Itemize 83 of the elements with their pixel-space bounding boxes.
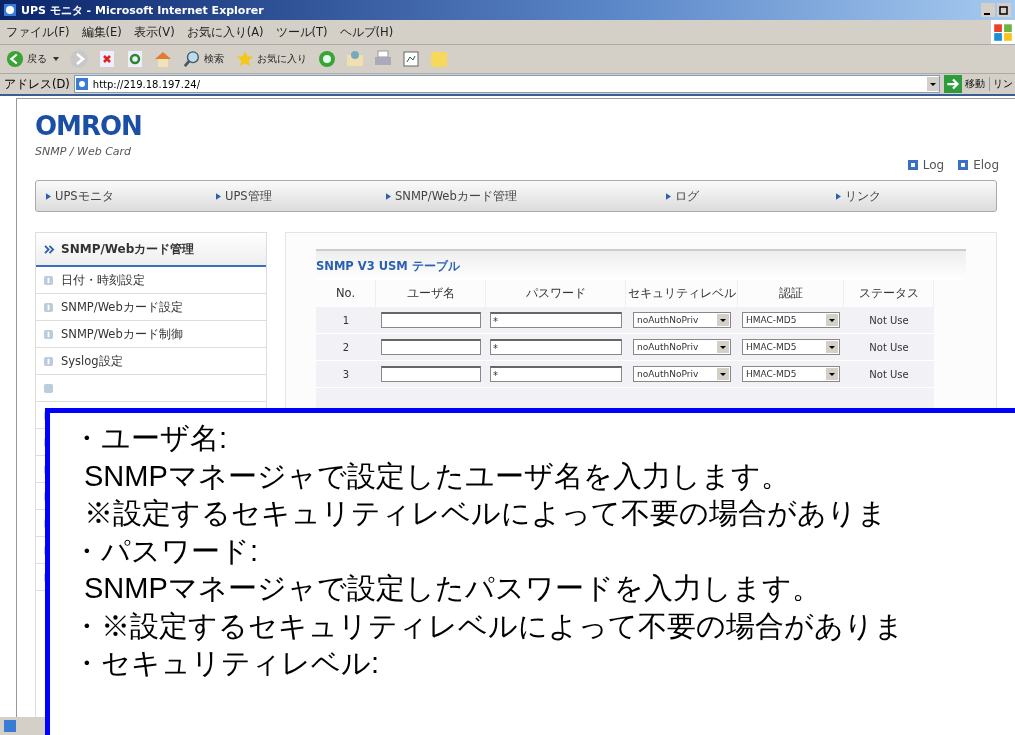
dropdown-icon <box>717 368 729 380</box>
callout-text: ※設定するセキュリティレベルによって不要の場合がありま <box>83 496 888 531</box>
edit-icon[interactable] <box>401 49 421 69</box>
password-field[interactable]: * <box>490 339 622 355</box>
triangle-icon <box>836 192 841 200</box>
dropdown-icon <box>826 341 838 353</box>
page-icon <box>74 77 89 91</box>
dropdown-icon <box>717 314 729 326</box>
address-label: アドレス(D) <box>4 76 70 92</box>
nav-link[interactable]: ログ <box>656 188 826 204</box>
username-field[interactable] <box>381 312 481 328</box>
star-icon <box>236 50 254 68</box>
dropdown-icon[interactable] <box>927 77 939 91</box>
triangle-icon <box>46 192 51 200</box>
callout-text: ・※設定するセキュリティレベルによって不要の場合がありま <box>72 608 905 644</box>
search-button[interactable]: 検索 <box>181 50 226 68</box>
menu-item[interactable]: ヘルプ(H) <box>339 24 394 40</box>
auth-dropdown[interactable]: HMAC-MD5 <box>742 366 840 382</box>
table-cell: 3 <box>316 361 376 388</box>
sidebar-title: SNMP/Webカード管理 <box>61 240 195 258</box>
menu-item[interactable]: お気に入り(A) <box>186 24 264 40</box>
callout-text: ・セキュリティレベル: <box>72 646 381 681</box>
sidebar-item[interactable]: Syslog設定 <box>36 348 266 375</box>
security-dropdown[interactable]: noAuthNoPriv <box>633 312 731 328</box>
auth-dropdown[interactable]: HMAC-MD5 <box>742 312 840 328</box>
nav-link[interactable]: SNMP/Webカード管理 <box>376 188 656 204</box>
table-cell: Not Use <box>844 307 934 334</box>
sidebar-item[interactable]: SNMP/Webカード制御 <box>36 321 266 348</box>
table-cell: Not Use <box>844 361 934 388</box>
triangle-icon <box>216 192 221 200</box>
password-field[interactable]: * <box>490 366 622 382</box>
callout-text: ・パスワード: <box>72 533 260 569</box>
table-cell: 1 <box>316 307 376 334</box>
table-cell: Not Use <box>844 334 934 361</box>
product-subtitle: SNMP / Web Card <box>35 145 133 158</box>
triangle-icon <box>666 192 671 200</box>
windows-logo-icon <box>991 20 1015 44</box>
menu-item[interactable]: 表示(V) <box>133 24 175 40</box>
callout-text: ・ユーザ名: <box>72 421 229 456</box>
security-dropdown[interactable]: noAuthNoPriv <box>633 366 731 382</box>
log-link[interactable]: Log <box>907 158 945 172</box>
password-field[interactable]: * <box>490 312 622 328</box>
media-icon[interactable] <box>317 49 337 69</box>
nav-link[interactable]: UPSモニタ <box>36 188 206 204</box>
menu-item[interactable]: ツール(T) <box>275 24 328 40</box>
minimize-icon[interactable] <box>981 3 995 17</box>
back-button[interactable]: 戻る <box>4 50 61 68</box>
links-label[interactable]: リン <box>989 77 1015 91</box>
dropdown-icon <box>826 368 838 380</box>
table-cell: 2 <box>316 334 376 361</box>
security-dropdown[interactable]: noAuthNoPriv <box>633 339 731 355</box>
sidebar-item[interactable]: SNMP/Webカード設定 <box>36 294 266 321</box>
menu-item[interactable]: ファイル(F) <box>6 24 70 40</box>
log-link[interactable]: Elog <box>958 158 999 172</box>
logo: OMRON <box>35 111 143 141</box>
dropdown-icon <box>717 341 729 353</box>
address-field[interactable]: http://219.18.197.24/ <box>73 75 940 93</box>
refresh-icon[interactable] <box>125 49 145 69</box>
search-icon <box>183 50 201 68</box>
triangle-icon <box>386 192 391 200</box>
favorites-button[interactable]: お気に入り <box>234 50 309 68</box>
square-icon <box>907 160 918 170</box>
username-field[interactable] <box>381 339 481 355</box>
arrow-icon <box>944 75 962 93</box>
window-title: UPS モニタ - Microsoft Internet Explorer <box>21 2 265 18</box>
nav-link[interactable]: UPS管理 <box>206 188 376 204</box>
page-icon <box>3 719 17 733</box>
sidebar-item[interactable]: 日付・時刻設定 <box>36 267 266 294</box>
callout-text: SNMPマネージャで設定したパスワードを入力します。 <box>83 571 822 606</box>
stop-icon[interactable] <box>97 49 117 69</box>
home-icon[interactable] <box>153 49 173 69</box>
restore-icon[interactable] <box>997 3 1011 17</box>
go-button[interactable]: 移動 <box>944 75 985 93</box>
square-icon <box>958 160 969 170</box>
browser-icon <box>3 3 17 17</box>
auth-dropdown[interactable]: HMAC-MD5 <box>742 339 840 355</box>
callout-text: SNMPマネージャで設定したユーザ名を入力します。 <box>83 458 791 494</box>
nav-link[interactable]: リンク <box>826 188 996 204</box>
dropdown-icon <box>826 314 838 326</box>
menu-item[interactable]: 編集(E) <box>81 24 122 40</box>
double-chevron-icon <box>44 244 55 254</box>
username-field[interactable] <box>381 366 481 382</box>
caret-icon <box>53 57 59 61</box>
